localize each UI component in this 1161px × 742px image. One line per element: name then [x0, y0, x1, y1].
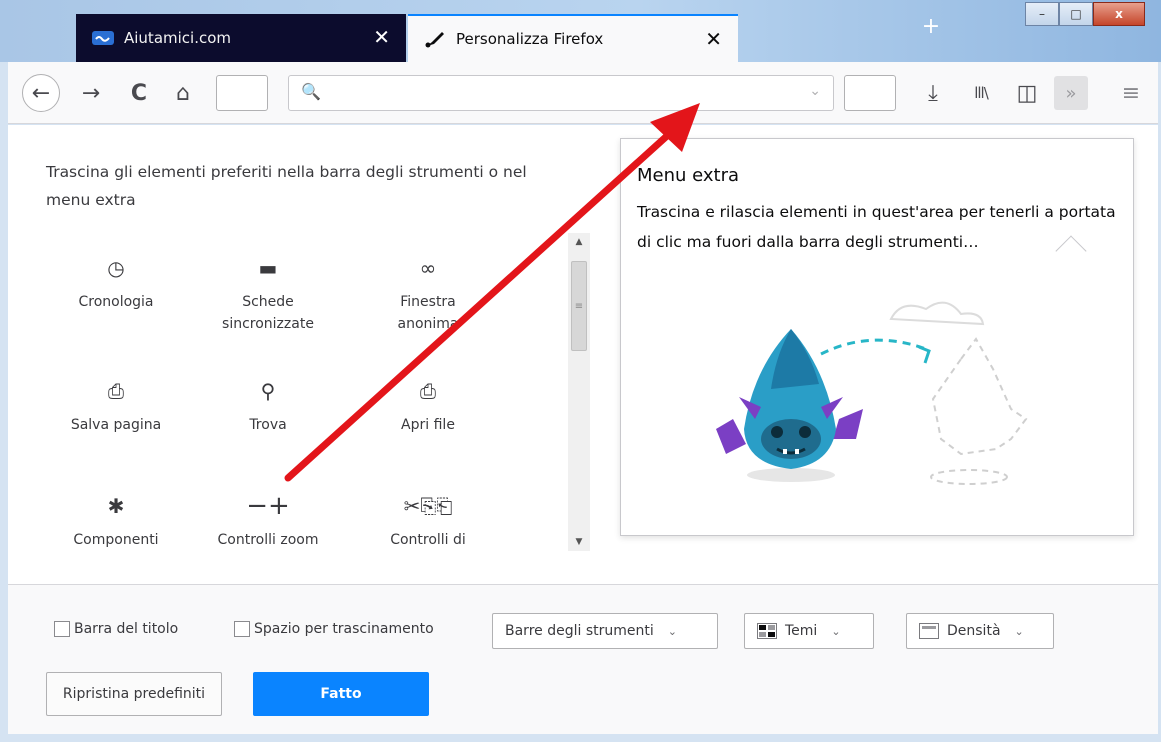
tab-label: Personalizza Firefox: [456, 30, 604, 48]
palette-item-trova[interactable]: ⚲ Trova: [208, 376, 328, 436]
flexible-space-left: [216, 75, 268, 111]
home-button[interactable]: ⌂: [166, 76, 200, 110]
dropdown-label: Densità: [947, 623, 1001, 639]
customize-intro-text: Trascina gli elementi preferiti nella ba…: [46, 163, 527, 209]
palette-item-salva-pagina[interactable]: ⎙ Salva pagina: [56, 376, 176, 436]
synced-tabs-icon: ▬: [258, 256, 278, 280]
forward-button[interactable]: →: [74, 76, 108, 110]
palette-item-cronologia[interactable]: ◷ Cronologia: [56, 253, 176, 313]
drag-space-checkbox[interactable]: Spazio per trascinamento: [234, 621, 434, 637]
checkbox-box[interactable]: [234, 621, 250, 637]
minimize-button[interactable]: –: [1025, 2, 1059, 26]
palette-item-label: Controlli di: [390, 532, 466, 548]
reload-button[interactable]: C: [122, 76, 156, 110]
zoom-icon: −+: [246, 491, 290, 521]
done-button[interactable]: Fatto: [253, 672, 429, 716]
theme-icon: [757, 623, 777, 639]
open-file-icon: ⎙: [420, 379, 436, 403]
palette-item-apri-file[interactable]: ⎙ Apri file: [368, 376, 488, 436]
tab-personalizza-firefox[interactable]: Personalizza Firefox ✕: [408, 14, 738, 62]
private-mask-icon: ∞: [419, 256, 437, 280]
site-favicon-icon: [92, 30, 114, 46]
palette-item-componenti[interactable]: ✱ Componenti: [56, 491, 176, 551]
sidebar-button[interactable]: ◫: [1010, 76, 1044, 110]
overflow-panel: Menu extra Trascina e rilascia elementi …: [620, 138, 1134, 536]
palette-item-label: Finestra anonima: [397, 294, 459, 332]
checkbox-label: Spazio per trascinamento: [254, 621, 434, 637]
close-tab-icon[interactable]: ✕: [373, 25, 390, 49]
edit-controls-icon: ✂⎘⎗: [403, 494, 453, 518]
title-bar-checkbox[interactable]: Barra del titolo: [54, 621, 178, 637]
maximize-button[interactable]: □: [1059, 2, 1093, 26]
checkbox-box[interactable]: [54, 621, 70, 637]
flexible-space-right: [844, 75, 896, 111]
toolbars-dropdown[interactable]: Barre degli strumenti ⌄: [492, 613, 718, 649]
palette-item-label: Componenti: [73, 532, 159, 548]
navigation-toolbar: ← → C ⌂ 🔍 ⌄ ⤓ lll\ ◫ » ≡: [8, 62, 1158, 124]
chevron-down-icon[interactable]: ⌄: [809, 83, 821, 99]
palette-item-finestra-anonima[interactable]: ∞ Finestra anonima: [368, 253, 488, 335]
paintbrush-icon: [424, 31, 446, 48]
chevron-down-icon: ⌄: [831, 624, 841, 638]
dropdown-label: Temi: [785, 623, 818, 639]
title-bar: Aiutamici.com ✕ Personalizza Firefox ✕ +…: [0, 0, 1161, 62]
palette-item-label: Cronologia: [78, 294, 154, 310]
palette-item-label: Trova: [249, 417, 287, 433]
library-button[interactable]: lll\: [964, 76, 998, 110]
tab-aiutamici[interactable]: Aiutamici.com ✕: [76, 14, 406, 62]
restore-defaults-button[interactable]: Ripristina predefiniti: [46, 672, 222, 716]
customize-palette: ◷ Cronologia ▬ Schede sincronizzate ∞ Fi…: [46, 233, 566, 563]
palette-item-label: Apri file: [401, 417, 455, 433]
save-page-icon: ⎙: [108, 379, 124, 403]
scroll-down-arrow[interactable]: ▼: [568, 533, 590, 551]
checkbox-label: Barra del titolo: [74, 621, 179, 637]
puzzle-icon: ✱: [107, 494, 125, 518]
hamburger-menu-button[interactable]: ≡: [1114, 76, 1148, 110]
url-bar[interactable]: 🔍 ⌄: [288, 75, 834, 111]
scroll-thumb[interactable]: ≡: [571, 261, 587, 351]
download-button[interactable]: ⤓: [916, 76, 950, 110]
overflow-panel-description: Trascina e rilascia elementi in quest'ar…: [637, 203, 1116, 251]
new-tab-button[interactable]: +: [916, 14, 946, 44]
palette-item-label: Controlli zoom: [217, 532, 319, 548]
palette-item-label: Schede sincronizzate: [222, 294, 314, 332]
palette-item-label: Salva pagina: [70, 417, 162, 433]
overflow-panel-title: Menu extra: [637, 165, 740, 186]
close-window-button[interactable]: x: [1093, 2, 1145, 26]
tab-label: Aiutamici.com: [124, 29, 232, 47]
customize-footer: Barra del titolo Spazio per trascinament…: [8, 584, 1158, 734]
find-icon: ⚲: [260, 379, 276, 403]
density-icon: [919, 623, 939, 639]
dropdown-label: Barre degli strumenti: [505, 623, 654, 639]
clock-icon: ◷: [107, 256, 125, 280]
themes-dropdown[interactable]: Temi ⌄: [744, 613, 874, 649]
overflow-menu-button[interactable]: »: [1054, 76, 1088, 110]
window-controls: – □ x: [1025, 2, 1145, 26]
palette-scrollbar[interactable]: ▲ ≡ ▼: [568, 233, 590, 551]
palette-item-schede-sincronizzate[interactable]: ▬ Schede sincronizzate: [208, 253, 328, 335]
back-button[interactable]: ←: [22, 74, 60, 112]
search-icon: 🔍: [301, 82, 321, 101]
close-tab-icon[interactable]: ✕: [705, 27, 722, 51]
scroll-up-arrow[interactable]: ▲: [568, 233, 590, 251]
dragon-illustration: [716, 301, 1028, 485]
palette-item-controlli-zoom[interactable]: −+ Controlli zoom: [208, 491, 328, 551]
density-dropdown[interactable]: Densità ⌄: [906, 613, 1054, 649]
chevron-down-icon: ⌄: [1014, 624, 1024, 638]
browser-window: Aiutamici.com ✕ Personalizza Firefox ✕ +…: [0, 0, 1161, 742]
palette-item-controlli-di[interactable]: ✂⎘⎗ Controlli di: [368, 491, 488, 551]
chevron-down-icon: ⌄: [667, 624, 677, 638]
customize-area: Trascina gli elementi preferiti nella ba…: [8, 125, 1158, 584]
